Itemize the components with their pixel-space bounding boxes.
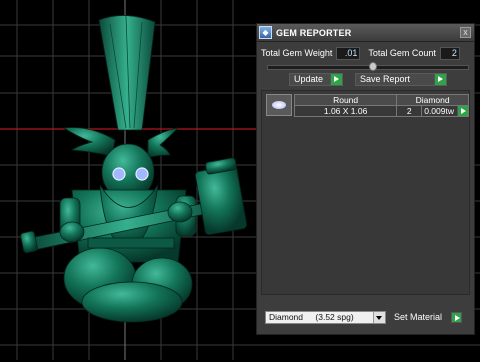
- material-row: Diamond (3.52 spg) Set Material: [265, 311, 470, 325]
- panel-title: GEM REPORTER: [276, 27, 352, 38]
- gem-size-cell: 1.06 X 1.06: [293, 105, 398, 117]
- col-header-shape: Round: [293, 94, 398, 106]
- gem-weight-value: 0.009tw: [424, 106, 454, 116]
- gem-eye-right: [135, 167, 149, 181]
- material-select[interactable]: Diamond (3.52 spg): [265, 311, 386, 324]
- gem-list: Round Diamond 1.06 X 1.06 2 0.009tw: [261, 90, 470, 295]
- report-slider[interactable]: [267, 62, 469, 71]
- gem-count-cell: 2: [396, 105, 423, 117]
- chevron-down-icon[interactable]: [373, 312, 385, 323]
- play-icon: [434, 74, 446, 85]
- material-select-value: Diamond: [269, 312, 304, 322]
- table-row[interactable]: 1.06 X 1.06 2 0.009tw: [293, 105, 469, 117]
- round-gem-icon[interactable]: [266, 94, 292, 116]
- play-icon[interactable]: [457, 106, 468, 116]
- action-buttons: Update Save Report: [261, 73, 470, 86]
- totals-row: Total Gem Weight .01 Total Gem Count 2: [261, 46, 470, 60]
- panel-titlebar[interactable]: ◆ GEM REPORTER x: [257, 24, 474, 42]
- total-weight-label: Total Gem Weight: [261, 48, 333, 58]
- total-count-value: 2: [439, 46, 460, 60]
- update-button[interactable]: Update: [289, 73, 343, 86]
- set-material-label: Set Material: [394, 312, 443, 322]
- set-material-button[interactable]: [451, 312, 462, 323]
- update-label: Update: [294, 74, 324, 84]
- col-header-material: Diamond: [396, 94, 469, 106]
- close-icon[interactable]: x: [460, 27, 471, 38]
- gem-table: Round Diamond 1.06 X 1.06 2 0.009tw: [293, 94, 469, 117]
- save-report-label: Save Report: [360, 74, 411, 84]
- table-header-row: Round Diamond: [293, 94, 469, 106]
- total-weight-value: .01: [336, 46, 361, 60]
- gem-eye-left: [112, 167, 126, 181]
- save-report-button[interactable]: Save Report: [355, 73, 447, 86]
- gem-weight-cell: 0.009tw: [421, 105, 469, 117]
- slider-thumb[interactable]: [369, 62, 377, 71]
- play-icon: [330, 74, 342, 85]
- gem-app-icon: ◆: [259, 26, 272, 39]
- material-select-spg: (3.52 spg): [315, 312, 354, 322]
- gem-reporter-panel: ◆ GEM REPORTER x Total Gem Weight .01 To…: [256, 23, 475, 335]
- total-count-label: Total Gem Count: [368, 48, 436, 58]
- dwarf-model: [20, 15, 248, 323]
